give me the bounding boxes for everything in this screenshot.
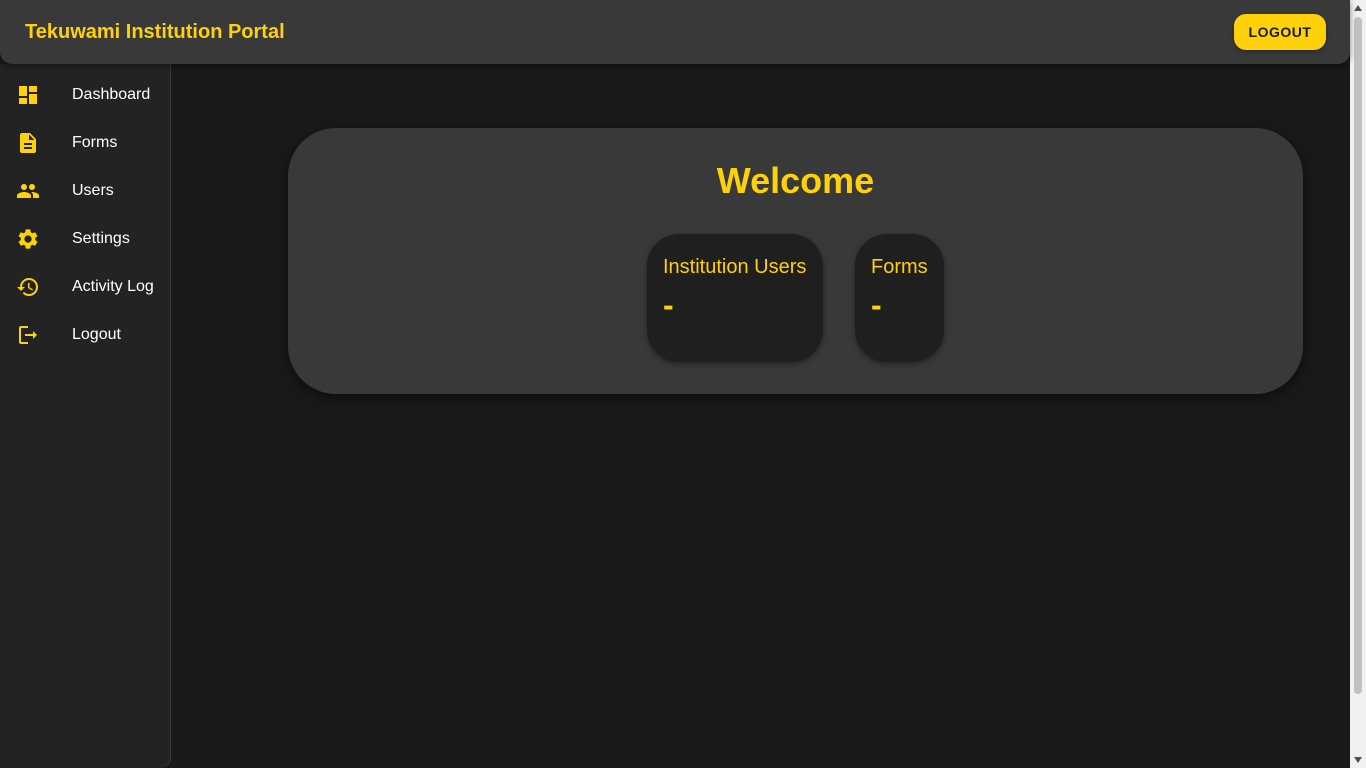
stat-value: - — [871, 287, 882, 323]
logout-button[interactable]: LOGOUT — [1234, 14, 1326, 50]
welcome-title: Welcome — [716, 160, 875, 201]
people-icon — [16, 179, 40, 203]
app-bar: Tekuwami Institution Portal LOGOUT — [0, 0, 1350, 64]
stat-value: - — [663, 287, 674, 323]
sidebar-item-users[interactable]: Users — [0, 167, 170, 215]
sidebar-item-forms[interactable]: Forms — [0, 119, 170, 167]
sidebar-item-label: Logout — [72, 326, 121, 343]
stat-label: Institution Users — [663, 256, 807, 278]
app-title: Tekuwami Institution Portal — [25, 20, 285, 43]
stat-label: Forms — [871, 256, 928, 278]
scroll-thumb[interactable] — [1354, 17, 1362, 694]
sidebar-item-label: Forms — [72, 134, 118, 151]
stat-card-institution-users: Institution Users - — [647, 234, 823, 362]
document-icon — [16, 131, 40, 155]
dashboard-icon — [16, 83, 40, 107]
sidebar-item-settings[interactable]: Settings — [0, 215, 170, 263]
scroll-up-arrow-icon[interactable] — [1350, 0, 1366, 16]
history-icon — [16, 275, 40, 299]
sidebar-item-label: Settings — [72, 230, 130, 247]
sidebar-item-label: Users — [72, 182, 114, 199]
welcome-card: Welcome Institution Users - Forms - — [288, 128, 1303, 394]
gear-icon — [16, 227, 40, 251]
app-viewport: Tekuwami Institution Portal LOGOUT Dashb… — [0, 0, 1350, 768]
stat-card-forms: Forms - — [855, 234, 944, 362]
sidebar-item-logout[interactable]: Logout — [0, 311, 170, 359]
scroll-down-arrow-icon[interactable] — [1350, 752, 1366, 768]
sidebar: Dashboard Forms Users Settings Activity … — [0, 64, 171, 768]
sidebar-item-activity-log[interactable]: Activity Log — [0, 263, 170, 311]
logout-icon — [16, 323, 40, 347]
sidebar-item-dashboard[interactable]: Dashboard — [0, 71, 170, 119]
sidebar-item-label: Dashboard — [72, 86, 151, 103]
sidebar-item-label: Activity Log — [72, 278, 154, 295]
vertical-scrollbar[interactable] — [1350, 0, 1366, 768]
